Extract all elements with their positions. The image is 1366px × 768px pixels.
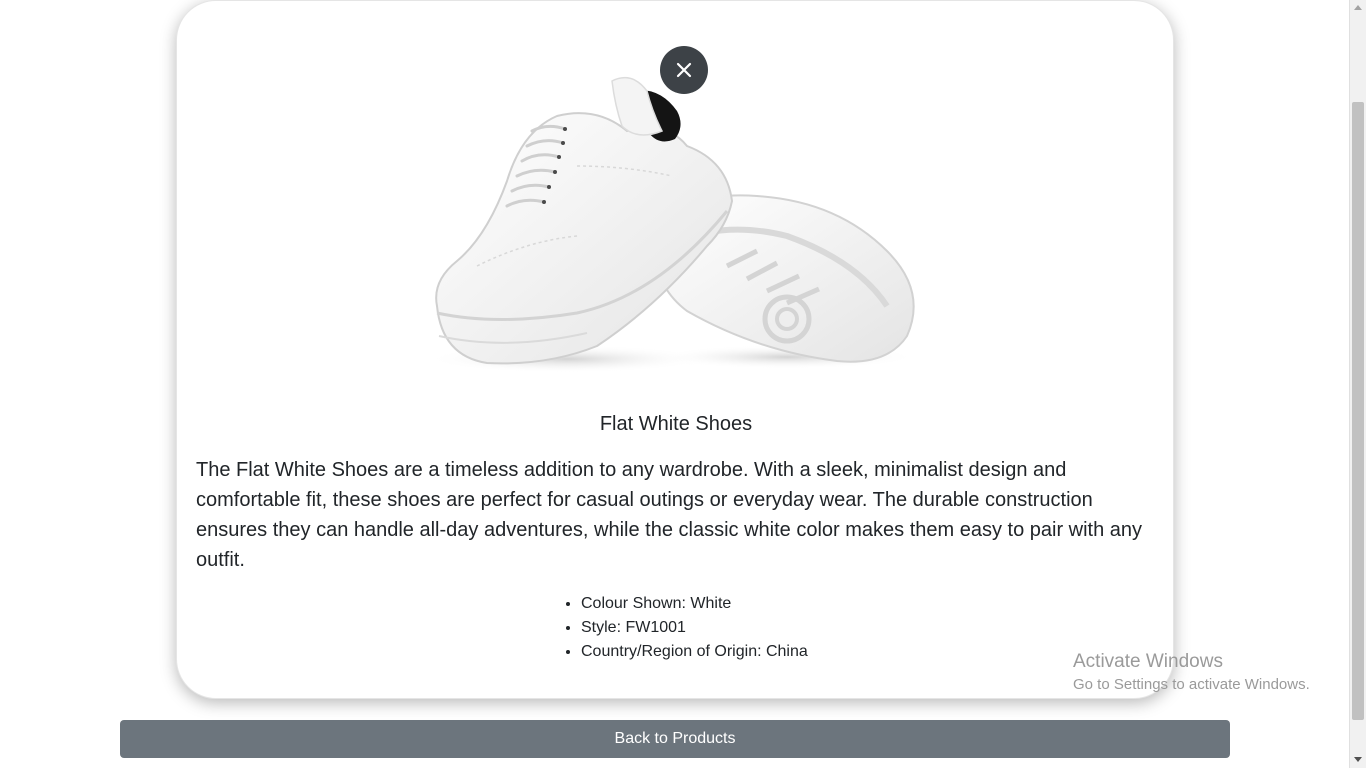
scroll-up-arrow-icon[interactable]	[1354, 5, 1362, 10]
product-title: Flat White Shoes	[599, 413, 753, 435]
product-detail-card: Flat White Shoes The Flat White Shoes ar…	[176, 0, 1174, 699]
spec-style: Style: FW1001	[581, 616, 808, 640]
product-description: The Flat White Shoes are a timeless addi…	[196, 459, 1143, 571]
close-button[interactable]	[660, 46, 708, 94]
scroll-down-arrow-icon[interactable]	[1354, 757, 1362, 762]
product-image	[427, 51, 927, 381]
product-specs-list: Colour Shown: White Style: FW1001 Countr…	[581, 592, 808, 664]
vertical-scrollbar[interactable]	[1349, 0, 1366, 768]
spec-origin: Country/Region of Origin: China	[581, 640, 808, 664]
spec-colour: Colour Shown: White	[581, 592, 808, 616]
sneakers-image	[427, 76, 917, 373]
close-icon	[676, 62, 692, 78]
scrollbar-thumb[interactable]	[1352, 102, 1364, 720]
back-to-products-button[interactable]: Back to Products	[120, 720, 1230, 758]
